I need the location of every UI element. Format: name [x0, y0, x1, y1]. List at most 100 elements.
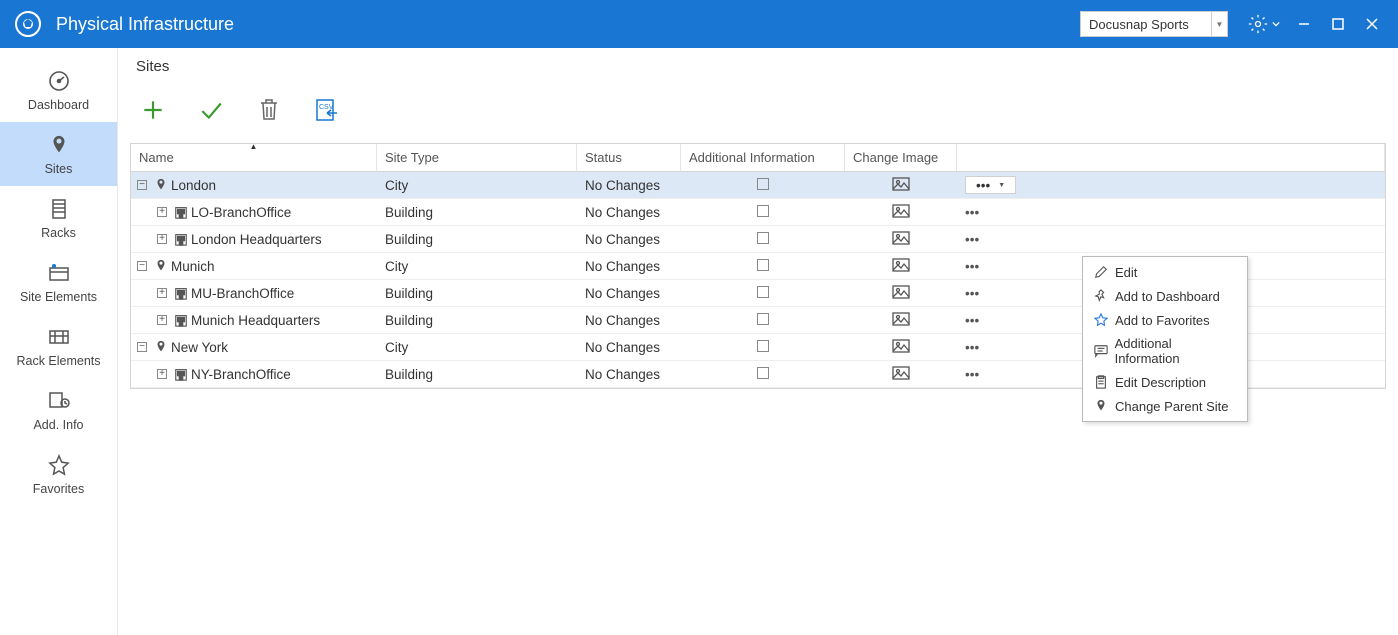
row-status: No Changes: [577, 259, 681, 274]
image-icon[interactable]: [892, 179, 910, 194]
table-row[interactable]: −LondonCityNo Changes•••▼: [131, 172, 1385, 199]
row-actions-button[interactable]: •••: [965, 259, 979, 274]
row-name: Munich Headquarters: [191, 313, 320, 328]
export-csv-button[interactable]: CSV: [312, 95, 342, 125]
image-icon[interactable]: [892, 341, 910, 356]
minimize-icon[interactable]: [1292, 12, 1316, 36]
ctx-additional-info[interactable]: Additional Information: [1083, 332, 1247, 370]
col-header-status[interactable]: Status: [577, 144, 681, 171]
sidebar-item-favorites[interactable]: Favorites: [0, 442, 117, 506]
row-actions-button[interactable]: •••: [965, 313, 979, 328]
table-row[interactable]: +London HeadquartersBuildingNo Changes••…: [131, 226, 1385, 253]
row-actions-button[interactable]: •••: [965, 232, 979, 247]
sidebar-item-rack-elements[interactable]: Rack Elements: [0, 314, 117, 378]
star-icon: [1093, 312, 1109, 328]
ctx-add-favorites[interactable]: Add to Favorites: [1083, 308, 1247, 332]
tenant-selector[interactable]: ▼: [1080, 11, 1228, 37]
ctx-edit-description[interactable]: Edit Description: [1083, 370, 1247, 394]
delete-button[interactable]: [254, 95, 284, 125]
row-type: Building: [377, 232, 577, 247]
confirm-button[interactable]: [196, 95, 226, 125]
expand-toggle[interactable]: −: [137, 342, 147, 352]
pin-icon: [153, 177, 169, 193]
col-header-cimg[interactable]: Change Image: [845, 144, 957, 171]
titlebar: Physical Infrastructure ▼: [0, 0, 1398, 48]
sidebar-item-label: Sites: [45, 162, 73, 176]
ctx-edit[interactable]: Edit: [1083, 260, 1247, 284]
row-actions-button[interactable]: •••: [965, 340, 979, 355]
sidebar-item-dashboard[interactable]: Dashboard: [0, 58, 117, 122]
ctx-add-dashboard[interactable]: Add to Dashboard: [1083, 284, 1247, 308]
col-header-name[interactable]: Name ▲: [131, 144, 377, 171]
row-name: MU-BranchOffice: [191, 286, 294, 301]
image-icon[interactable]: [892, 368, 910, 383]
pin-icon: [46, 132, 72, 158]
col-header-actions: [957, 144, 1385, 171]
image-icon[interactable]: [892, 287, 910, 302]
table-row[interactable]: +LO-BranchOfficeBuildingNo Changes•••: [131, 199, 1385, 226]
sidebar-item-label: Site Elements: [20, 290, 97, 304]
addl-info-checkbox[interactable]: [757, 205, 769, 217]
add-button[interactable]: [138, 95, 168, 125]
row-actions-button[interactable]: •••: [965, 367, 979, 382]
row-status: No Changes: [577, 178, 681, 193]
clipboard-icon: [1093, 374, 1109, 390]
app-logo-icon: [14, 10, 42, 38]
image-icon[interactable]: [892, 314, 910, 329]
col-header-addl[interactable]: Additional Information: [681, 144, 845, 171]
expand-toggle[interactable]: +: [157, 234, 167, 244]
expand-toggle[interactable]: +: [157, 369, 167, 379]
expand-toggle[interactable]: +: [157, 288, 167, 298]
row-type: Building: [377, 313, 577, 328]
col-header-type[interactable]: Site Type: [377, 144, 577, 171]
row-type: Building: [377, 367, 577, 382]
gauge-icon: [46, 68, 72, 94]
sidebar-item-sites[interactable]: Sites: [0, 122, 117, 186]
row-actions-button[interactable]: •••: [965, 205, 979, 220]
ctx-change-parent[interactable]: Change Parent Site: [1083, 394, 1247, 418]
building-icon: [173, 312, 189, 328]
sidebar-item-site-elements[interactable]: Site Elements: [0, 250, 117, 314]
row-actions-button[interactable]: •••▼: [965, 176, 1016, 194]
row-name: LO-BranchOffice: [191, 205, 291, 220]
chevron-down-icon[interactable]: [1270, 12, 1282, 36]
site-element-icon: [46, 260, 72, 286]
chevron-down-icon[interactable]: ▼: [1211, 12, 1227, 36]
expand-toggle[interactable]: +: [157, 315, 167, 325]
expand-toggle[interactable]: −: [137, 261, 147, 271]
addl-info-checkbox[interactable]: [757, 178, 769, 190]
row-type: City: [377, 259, 577, 274]
addl-info-checkbox[interactable]: [757, 367, 769, 379]
expand-toggle[interactable]: +: [157, 207, 167, 217]
building-icon: [173, 285, 189, 301]
grid-header: Name ▲ Site Type Status Additional Infor…: [131, 144, 1385, 172]
row-name: London Headquarters: [191, 232, 322, 247]
addl-info-checkbox[interactable]: [757, 286, 769, 298]
addl-info-checkbox[interactable]: [757, 340, 769, 352]
tenant-input[interactable]: [1081, 17, 1211, 32]
sidebar-item-label: Racks: [41, 226, 76, 240]
row-actions-button[interactable]: •••: [965, 286, 979, 301]
gear-icon[interactable]: [1246, 12, 1270, 36]
addl-info-checkbox[interactable]: [757, 232, 769, 244]
row-status: No Changes: [577, 205, 681, 220]
addl-info-checkbox[interactable]: [757, 313, 769, 325]
image-icon[interactable]: [892, 206, 910, 221]
pin-icon: [1093, 288, 1109, 304]
sidebar-item-label: Add. Info: [33, 418, 83, 432]
row-status: No Changes: [577, 367, 681, 382]
row-type: City: [377, 340, 577, 355]
expand-toggle[interactable]: −: [137, 180, 147, 190]
maximize-icon[interactable]: [1326, 12, 1350, 36]
row-type: Building: [377, 286, 577, 301]
info-icon: [46, 388, 72, 414]
addl-info-checkbox[interactable]: [757, 259, 769, 271]
image-icon[interactable]: [892, 233, 910, 248]
sidebar-item-add-info[interactable]: Add. Info: [0, 378, 117, 442]
building-icon: [173, 231, 189, 247]
close-icon[interactable]: [1360, 12, 1384, 36]
row-name: Munich: [171, 259, 215, 274]
sidebar-item-racks[interactable]: Racks: [0, 186, 117, 250]
image-icon[interactable]: [892, 260, 910, 275]
row-status: No Changes: [577, 340, 681, 355]
